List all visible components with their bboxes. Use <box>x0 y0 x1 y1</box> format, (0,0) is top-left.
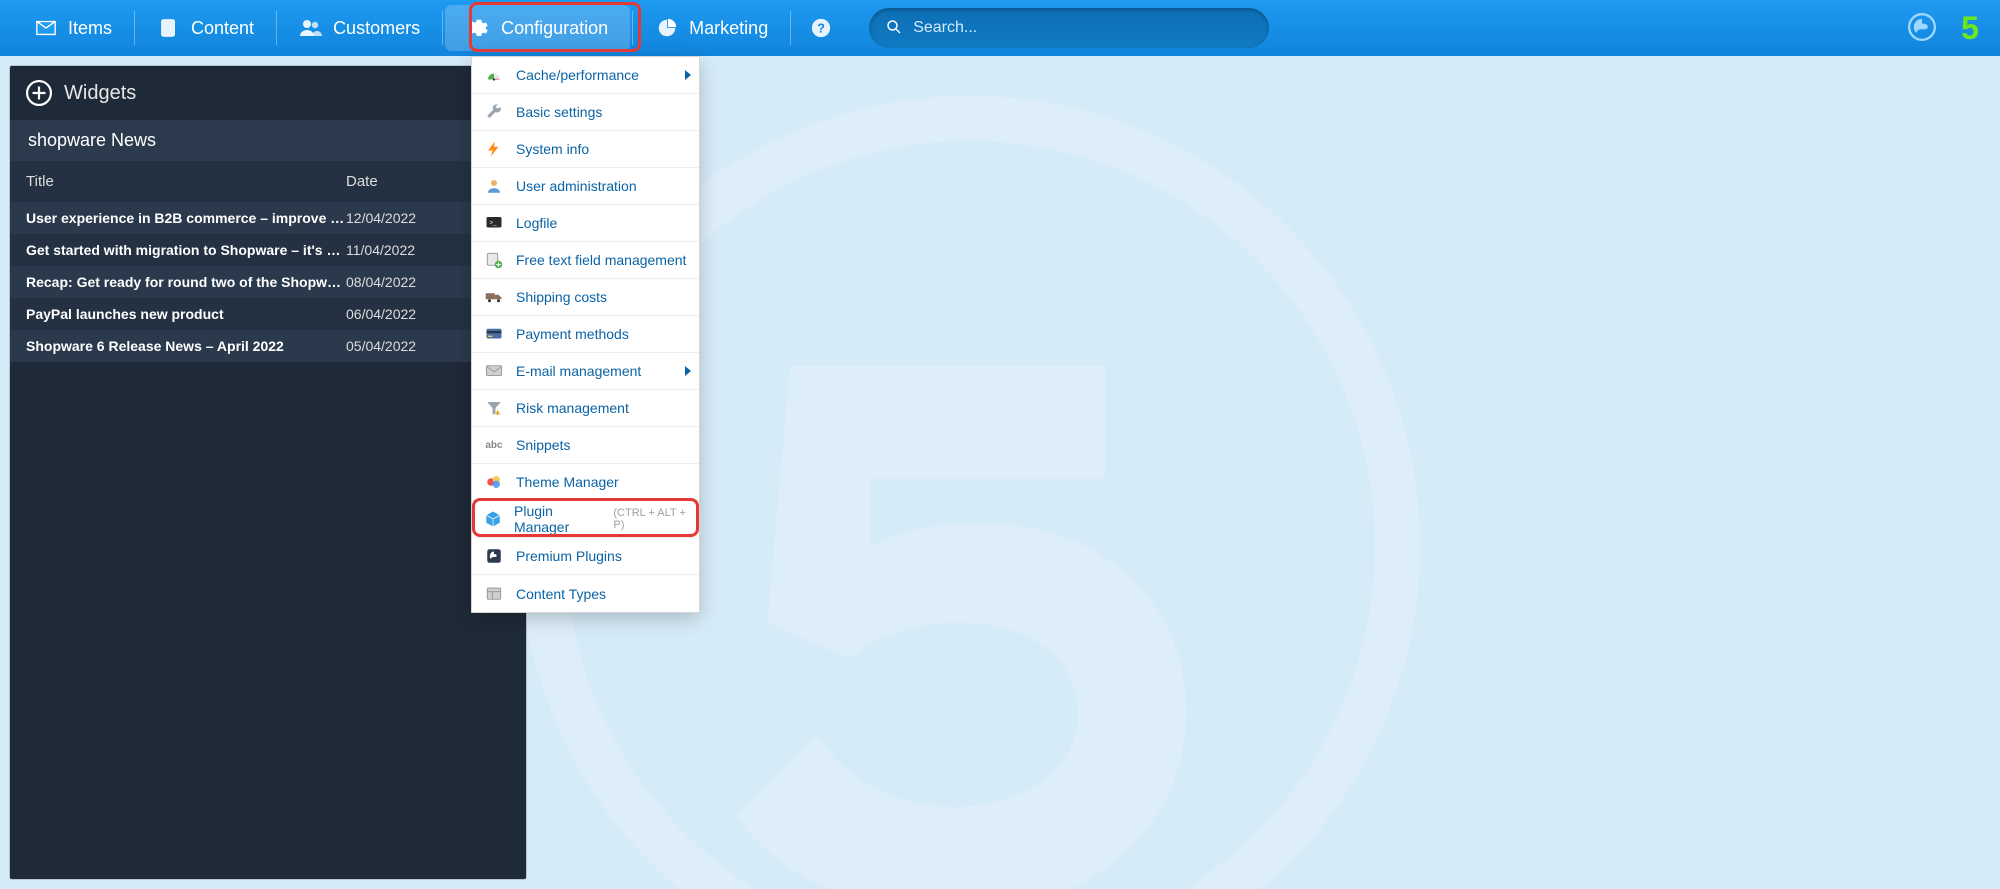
palette-icon <box>484 472 504 492</box>
truck-icon <box>484 287 504 307</box>
news-row[interactable]: PayPal launches new product06/04/2022 <box>10 298 526 330</box>
menu-item-label: Theme Manager <box>516 474 619 490</box>
news-row-title: Get started with migration to Shopware –… <box>26 242 346 258</box>
menu-item-plugin-manager[interactable]: Plugin Manager (CTRL + ALT + P) <box>472 501 699 538</box>
chevron-right-icon <box>685 366 691 376</box>
nav-item-customers[interactable]: Customers <box>277 0 442 56</box>
nav-group: Items Content Customers Configuration <box>12 0 1269 56</box>
menu-item-free-text-field-management[interactable]: Free text field management <box>472 242 699 279</box>
gauge-icon <box>484 65 504 85</box>
user-icon <box>484 176 504 196</box>
menu-item-logfile[interactable]: >_ Logfile <box>472 205 699 242</box>
menu-item-label: Snippets <box>516 437 570 453</box>
layout-icon <box>484 584 504 604</box>
topnav-right: 5 <box>1908 8 1988 48</box>
menu-item-system-info[interactable]: System info <box>472 131 699 168</box>
menu-item-label: Premium Plugins <box>516 548 622 564</box>
menu-item-label: User administration <box>516 178 637 194</box>
menu-item-label: Shipping costs <box>516 289 607 305</box>
gear-icon <box>467 16 491 40</box>
news-row[interactable]: Get started with migration to Shopware –… <box>10 234 526 266</box>
news-row-title: User experience in B2B commerce – improv… <box>26 210 346 226</box>
bolt-icon <box>484 139 504 159</box>
menu-item-label: E-mail management <box>516 363 641 379</box>
menu-item-label: Content Types <box>516 586 606 602</box>
menu-item-premium-plugins[interactable]: Premium Plugins <box>472 538 699 575</box>
menu-item-cache-performance[interactable]: Cache/performance <box>472 57 699 94</box>
menu-item-label: Free text field management <box>516 252 686 268</box>
menu-item-basic-settings[interactable]: Basic settings <box>472 94 699 131</box>
news-row-title: Recap: Get ready for round two of the Sh… <box>26 274 346 290</box>
widgets-header[interactable]: Widgets <box>10 66 526 120</box>
nav-label: Configuration <box>501 18 608 39</box>
funnel-warning-icon: ! <box>484 398 504 418</box>
menu-item-label: Logfile <box>516 215 557 231</box>
nav-label: Marketing <box>689 18 768 39</box>
search-icon <box>885 18 903 39</box>
news-panel-header: shopware News <box>10 120 526 161</box>
widgets-panel: Widgets shopware News Title Date User ex… <box>10 66 526 879</box>
news-row[interactable]: Shopware 6 Release News – April 202205/0… <box>10 330 526 362</box>
col-title-header: Title <box>26 173 346 190</box>
svg-text:?: ? <box>817 21 825 36</box>
top-nav: Items Content Customers Configuration <box>0 0 2000 56</box>
abc-icon: abc <box>484 435 504 455</box>
help-icon: ? <box>809 16 833 40</box>
nav-label: Content <box>191 18 254 39</box>
news-table-header: Title Date <box>10 161 526 202</box>
search-box[interactable] <box>869 8 1269 48</box>
nav-item-items[interactable]: Items <box>12 0 134 56</box>
shopware-logo-icon[interactable] <box>1908 13 1938 43</box>
menu-item-content-types[interactable]: Content Types <box>472 575 699 612</box>
plus-circle-icon <box>26 80 52 106</box>
premium-icon <box>484 546 504 566</box>
menu-item-e-mail-management[interactable]: E-mail management <box>472 353 699 390</box>
menu-item-risk-management[interactable]: ! Risk management <box>472 390 699 427</box>
users-icon <box>299 16 323 40</box>
search-input[interactable] <box>913 19 1253 37</box>
nav-item-marketing[interactable]: Marketing <box>633 0 790 56</box>
svg-text:>_: >_ <box>490 221 498 227</box>
package-icon <box>484 509 502 529</box>
news-row-title: Shopware 6 Release News – April 2022 <box>26 338 346 354</box>
menu-item-label: Payment methods <box>516 326 629 342</box>
menu-item-label: Risk management <box>516 400 629 416</box>
card-icon <box>484 324 504 344</box>
pie-chart-icon <box>655 16 679 40</box>
menu-item-payment-methods[interactable]: Payment methods <box>472 316 699 353</box>
news-panel-title: shopware News <box>28 130 156 151</box>
news-row[interactable]: Recap: Get ready for round two of the Sh… <box>10 266 526 298</box>
menu-item-shipping-costs[interactable]: Shipping costs <box>472 279 699 316</box>
wrench-icon <box>484 102 504 122</box>
menu-item-snippets[interactable]: abc Snippets <box>472 427 699 464</box>
widgets-title: Widgets <box>64 82 136 105</box>
nav-separator <box>442 11 443 45</box>
menu-item-theme-manager[interactable]: Theme Manager <box>472 464 699 501</box>
svg-text:!: ! <box>497 410 498 415</box>
news-row-title: PayPal launches new product <box>26 306 346 322</box>
configuration-dropdown: Cache/performance Basic settings System in… <box>471 56 700 613</box>
nav-item-help[interactable]: ? <box>791 0 851 56</box>
nav-item-content[interactable]: Content <box>135 0 276 56</box>
note-icon <box>157 16 181 40</box>
envelope-icon <box>34 16 58 40</box>
news-row[interactable]: User experience in B2B commerce – improv… <box>10 202 526 234</box>
form-plus-icon <box>484 250 504 270</box>
chevron-right-icon <box>685 70 691 80</box>
terminal-icon: >_ <box>484 213 504 233</box>
nav-item-configuration[interactable]: Configuration <box>445 5 630 51</box>
mail-icon <box>484 361 504 381</box>
menu-item-user-administration[interactable]: User administration <box>472 168 699 205</box>
news-table-body: User experience in B2B commerce – improv… <box>10 202 526 362</box>
nav-label: Items <box>68 18 112 39</box>
nav-label: Customers <box>333 18 420 39</box>
menu-item-shortcut: (CTRL + ALT + P) <box>613 507 687 531</box>
menu-item-label: Plugin Manager <box>514 503 597 535</box>
menu-item-label: Cache/performance <box>516 67 639 83</box>
workspace: Widgets shopware News Title Date User ex… <box>0 56 2000 889</box>
menu-item-label: Basic settings <box>516 104 602 120</box>
version-5-icon[interactable]: 5 <box>1952 8 1988 48</box>
menu-item-label: System info <box>516 141 589 157</box>
